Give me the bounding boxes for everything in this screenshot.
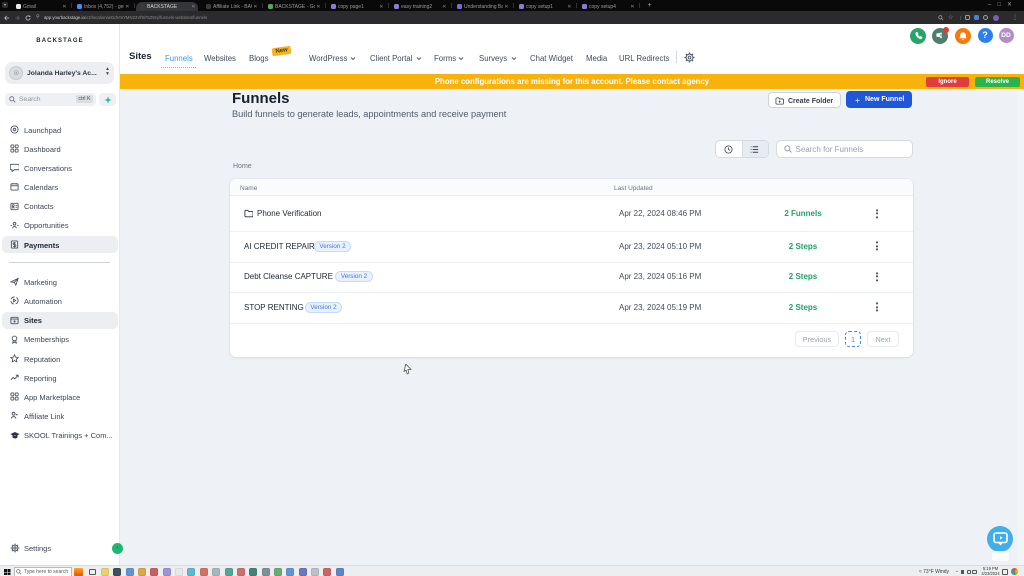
- svg-text:R: R: [940, 33, 943, 38]
